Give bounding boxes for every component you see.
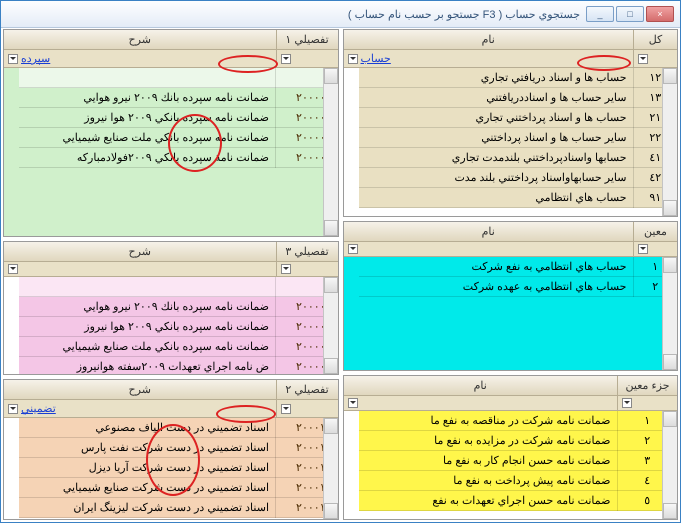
filter-name[interactable]: [4, 262, 276, 276]
dropdown-icon[interactable]: [348, 398, 358, 408]
dropdown-icon[interactable]: [638, 54, 648, 64]
table-row[interactable]: ٤٢ساير حسابهاواسناد پرداختني بلند مدت: [359, 168, 678, 188]
table-row[interactable]: ١٣ساير حساب ها و اسناددريافتني: [359, 88, 678, 108]
col-header-code[interactable]: تفصيلي ١: [276, 30, 338, 49]
table-row[interactable]: ١٢حساب ها و اسناد دريافتي تجاري: [359, 68, 678, 88]
table-row[interactable]: ٥ضمانت نامه حسن اجراي تعهدات به نفع: [359, 491, 678, 511]
filter-name[interactable]: سپرده: [4, 50, 276, 67]
table-row[interactable]: ٢٠٠٠٠٣ضمانت نامه سپرده بانكي ملت صنايع ش…: [19, 128, 338, 148]
filter-name[interactable]: تضميني: [4, 400, 276, 417]
table-row[interactable]: ٢٠٠٠١٥اسناد تضميني در دست شركت آريا ديزل: [19, 458, 338, 478]
col-header-name[interactable]: شرح: [4, 30, 276, 49]
minimize-button[interactable]: _: [586, 6, 614, 22]
col-header-name[interactable]: نام: [344, 30, 634, 49]
table-row[interactable]: ٠: [19, 277, 338, 297]
account-search-window: × □ _ جستجوي حساب ( F3 جستجو بر حسب نام …: [0, 0, 681, 523]
table-row[interactable]: ٢٢ساير حساب ها و اسناد پرداختني: [359, 128, 678, 148]
table-row[interactable]: ٢٠٠٠٠٤ض نامه اجراي تعهدات ٢٠٠٩سفته هواني…: [19, 357, 338, 375]
dropdown-icon[interactable]: [348, 244, 358, 254]
titlebar[interactable]: × □ _ جستجوي حساب ( F3 جستجو بر حسب نام …: [1, 1, 680, 28]
filter-code[interactable]: [276, 400, 338, 417]
table-row[interactable]: ٢٠٠٠٠٨ضمانت نامة سپرده بانكي ٢٠٠٩فولادمب…: [19, 148, 338, 168]
table-moein: ١حساب هاي انتظامي به نفع شركت ٢حساب هاي …: [359, 257, 678, 297]
table-row[interactable]: ٢٠٠٠٠٢ضمانت نامه سپرده بانكي ٢٠٠٩ هوا ني…: [19, 108, 338, 128]
table-row[interactable]: ٤١حسابها واسنادپرداختني بلندمدت تجاري: [359, 148, 678, 168]
panel-tafsili-3: تفصيلي ٣ شرح ٠ ٢٠٠٠٠١ضمانت نامه سپرده با…: [3, 241, 339, 375]
col-header-code[interactable]: تفصيلي ٣: [276, 242, 338, 261]
col-header-code[interactable]: كل: [633, 30, 677, 49]
dropdown-icon[interactable]: [8, 404, 18, 414]
dropdown-icon[interactable]: [281, 404, 291, 414]
dropdown-icon[interactable]: [8, 54, 18, 64]
table-joz-moein: ١ضمانت نامه شركت در مناقصه به نفع ما ٢ضم…: [359, 411, 678, 511]
filter-code[interactable]: [633, 50, 677, 67]
table-row[interactable]: ٩١حساب هاي انتظامي: [359, 188, 678, 208]
maximize-button[interactable]: □: [616, 6, 644, 22]
scrollbar[interactable]: [323, 418, 338, 519]
filter-code[interactable]: [617, 396, 677, 410]
col-header-name[interactable]: شرح: [4, 380, 276, 399]
panel-moein: معين نام ١حساب هاي انتظامي به نفع شركت ٢…: [343, 221, 679, 371]
panel-tafsili-1: تفصيلي ١ شرح سپرده ٠ ٢٠٠٠٠١ضمانت نامه سپ…: [3, 29, 339, 237]
col-header-name[interactable]: نام: [344, 376, 618, 395]
window-title: جستجوي حساب ( F3 جستجو بر حسب نام حساب ): [7, 8, 586, 21]
col-header-code[interactable]: جزء معين: [617, 376, 677, 395]
table-tafsili-1: ٠ ٢٠٠٠٠١ضمانت نامه سپرده بانك ٢٠٠٩ نيرو …: [19, 68, 338, 168]
table-tafsili-2: ٢٠٠٠١٣اسناد تضميني در دست الياف مصنوعي ٢…: [19, 418, 338, 518]
dropdown-icon[interactable]: [638, 244, 648, 254]
filter-name[interactable]: [344, 242, 634, 256]
table-row[interactable]: ٢ضمانت نامه شركت در مزايده به نفع ما: [359, 431, 678, 451]
dropdown-icon[interactable]: [8, 264, 18, 274]
col-header-name[interactable]: نام: [344, 222, 634, 241]
table-row[interactable]: ٣ضمانت نامه حسن انجام كار به نفع ما: [359, 451, 678, 471]
table-row[interactable]: ١حساب هاي انتظامي به نفع شركت: [359, 257, 678, 277]
table-row[interactable]: ٢٠٠٠٠١ضمانت نامه سپرده بانك ٢٠٠٩ نيرو هو…: [19, 297, 338, 317]
close-button[interactable]: ×: [646, 6, 674, 22]
dropdown-icon[interactable]: [622, 398, 632, 408]
scrollbar[interactable]: [662, 411, 677, 519]
scrollbar[interactable]: [662, 257, 677, 370]
table-row[interactable]: ٤ضمانت نامه پيش پرداخت به نفع ما: [359, 471, 678, 491]
dropdown-icon[interactable]: [348, 54, 358, 64]
table-row[interactable]: ١ضمانت نامه شركت در مناقصه به نفع ما: [359, 411, 678, 431]
col-header-name[interactable]: شرح: [4, 242, 276, 261]
table-row[interactable]: ٢٠٠٠٠١ضمانت نامه سپرده بانك ٢٠٠٩ نيرو هو…: [19, 88, 338, 108]
col-header-code[interactable]: تفصيلي ٢: [276, 380, 338, 399]
scrollbar[interactable]: [323, 68, 338, 236]
table-row[interactable]: ٢حساب هاي انتظامي به عهده شركت: [359, 277, 678, 297]
table-row[interactable]: ٢٠٠٠١٣اسناد تضميني در دست الياف مصنوعي: [19, 418, 338, 438]
table-row[interactable]: ٢٠٠٠٠٢ضمانت نامه سپرده بانكي ٢٠٠٩ هوا ني…: [19, 317, 338, 337]
dropdown-icon[interactable]: [281, 54, 291, 64]
table-tafsili-3: ٠ ٢٠٠٠٠١ضمانت نامه سپرده بانك ٢٠٠٩ نيرو …: [19, 277, 338, 374]
table-row[interactable]: ٢١حساب ها و اسناد پرداختني تجاري: [359, 108, 678, 128]
filter-name[interactable]: [344, 396, 618, 410]
col-header-code[interactable]: معين: [633, 222, 677, 241]
panel-kol: كل نام حساب ١٢حساب ها و اسناد دريافتي تج…: [343, 29, 679, 217]
panel-tafsili-2: تفصيلي ٢ شرح تضميني ٢٠٠٠١٣اسناد تضميني د…: [3, 379, 339, 520]
table-row[interactable]: ٢٠٠٠١٤اسناد تضميني در دست شركت نفت پارس: [19, 438, 338, 458]
filter-code[interactable]: [276, 50, 338, 67]
table-row[interactable]: ٢٠٠٠١٧اسناد تضميني در دست شركت ليزينگ اي…: [19, 498, 338, 518]
filter-name[interactable]: حساب: [344, 50, 634, 67]
table-kol: ١٢حساب ها و اسناد دريافتي تجاري ١٣ساير ح…: [359, 68, 678, 208]
dropdown-icon[interactable]: [281, 264, 291, 274]
filter-code[interactable]: [633, 242, 677, 256]
filter-code[interactable]: [276, 262, 338, 276]
table-row[interactable]: ٢٠٠٠١٦اسناد تضميني در دست شركت صنايع شيم…: [19, 478, 338, 498]
table-row[interactable]: ٢٠٠٠٠٣ضمانت نامه سپرده بانكي ملت صنايع ش…: [19, 337, 338, 357]
table-row[interactable]: ٠: [19, 68, 338, 88]
scrollbar[interactable]: [323, 277, 338, 374]
panel-joz-moein: جزء معين نام ١ضمانت نامه شركت در مناقصه …: [343, 375, 679, 520]
scrollbar[interactable]: [662, 68, 677, 216]
